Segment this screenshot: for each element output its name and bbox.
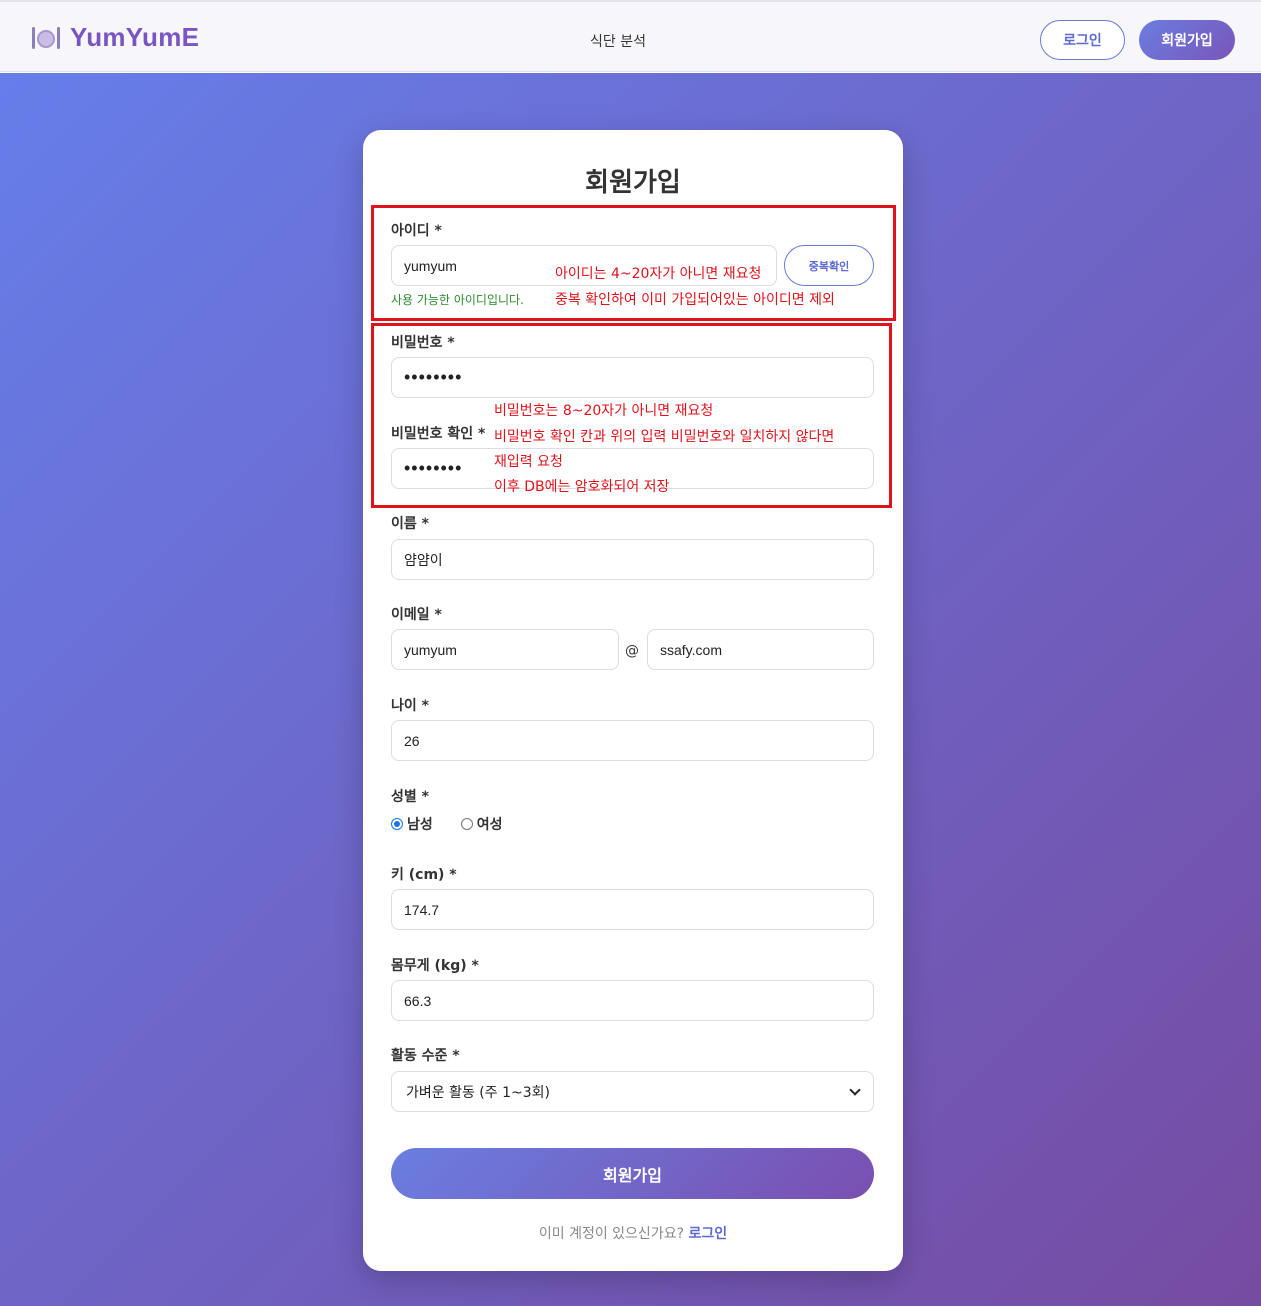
login-prompt: 이미 계정이 있으신가요? 로그인 xyxy=(363,1223,903,1243)
email-label: 이메일 * xyxy=(391,607,442,623)
annotation-pw-rule-length: 비밀번호는 8~20자가 아니면 재요청 xyxy=(494,403,714,419)
gender-option-label: 여성 xyxy=(476,817,503,833)
radio-checked-icon[interactable] xyxy=(391,818,403,830)
brand-logo[interactable]: YumYumE xyxy=(32,22,199,53)
activity-label: 활동 수준 * xyxy=(391,1048,460,1064)
gender-option-female[interactable]: 여성 xyxy=(460,814,503,834)
chevron-down-icon xyxy=(849,1083,861,1096)
signup-submit-button[interactable]: 회원가입 xyxy=(391,1148,874,1199)
annotation-id-rule-length: 아이디는 4~20자가 아니면 재요청 xyxy=(555,266,762,282)
name-input[interactable]: 얌얌이 xyxy=(391,539,874,580)
annotation-pw-rule-match: 비밀번호 확인 칸과 위의 입력 비밀번호와 일치하지 않다면 xyxy=(494,429,835,445)
gender-option-male[interactable]: 남성 xyxy=(391,814,433,834)
age-label: 나이 * xyxy=(391,698,429,714)
annotation-id-rule-duplicate: 중복 확인하여 이미 가입되어있는 아이디면 제외 xyxy=(555,292,835,308)
height-label: 키 (cm) * xyxy=(391,867,457,883)
email-domain-input[interactable]: ssafy.com xyxy=(647,629,874,670)
gender-radio-group: 남성 여성 xyxy=(391,814,531,834)
gender-label: 성별 * xyxy=(391,789,429,805)
plate-utensils-icon xyxy=(32,24,60,52)
brand-name: YumYumE xyxy=(70,22,200,52)
login-link[interactable]: 로그인 xyxy=(688,1226,727,1242)
weight-label: 몸무게 (kg) * xyxy=(391,958,479,974)
name-label: 이름 * xyxy=(391,516,429,532)
age-input[interactable]: 26 xyxy=(391,720,874,761)
nav-link-diet-analysis[interactable]: 식단 분석 xyxy=(590,31,646,51)
gender-option-label: 남성 xyxy=(407,817,433,833)
top-navbar: YumYumE 식단 분석 로그인 회원가입 xyxy=(0,0,1261,72)
login-button[interactable]: 로그인 xyxy=(1040,20,1125,60)
annotation-pw-rule-encrypt: 이후 DB에는 암호화되어 저장 xyxy=(494,479,670,495)
activity-level-select[interactable]: 가벼운 활동 (주 1~3회) xyxy=(391,1071,874,1112)
login-prompt-text: 이미 계정이 있으신가요? xyxy=(538,1226,685,1242)
email-local-input[interactable]: yumyum xyxy=(391,629,619,670)
height-input[interactable]: 174.7 xyxy=(391,889,874,930)
activity-selected-value: 가벼운 활동 (주 1~3회) xyxy=(406,1084,550,1101)
page-title: 회원가입 xyxy=(585,168,681,198)
weight-input[interactable]: 66.3 xyxy=(391,980,874,1021)
annotation-pw-rule-reenter: 재입력 요청 xyxy=(494,454,563,470)
radio-unchecked-icon[interactable] xyxy=(460,818,473,830)
signup-button[interactable]: 회원가입 xyxy=(1139,20,1235,60)
email-at-symbol: @ xyxy=(625,643,639,659)
